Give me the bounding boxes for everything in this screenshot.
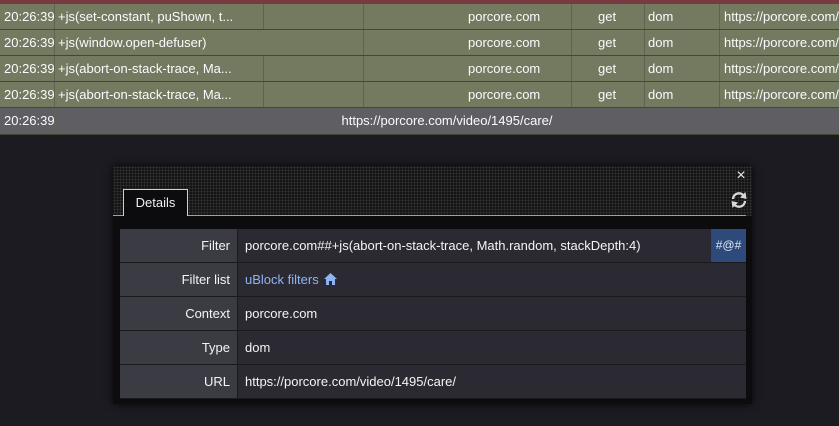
empty-cell <box>264 82 364 107</box>
context-row: Context porcore.com <box>120 297 746 331</box>
time-cell: 20:26:39 <box>0 82 55 107</box>
method-cell: get <box>572 30 645 55</box>
dialog-header <box>113 166 752 216</box>
empty-cell <box>264 30 364 55</box>
url-value: https://porcore.com/video/1495/care/ <box>238 365 746 398</box>
tab-divider <box>113 215 123 216</box>
filter-list-row: Filter list uBlock filters <box>120 263 746 297</box>
domain-cell: porcore.com <box>364 82 572 107</box>
time-cell: 20:26:39 <box>0 30 55 55</box>
filter-cell: +js(window.open-defuser) <box>58 35 207 50</box>
type-cell: dom <box>645 56 720 81</box>
method-cell: get <box>572 4 645 29</box>
type-cell: dom <box>645 82 720 107</box>
filter-row: Filter porcore.com##+js(abort-on-stack-t… <box>120 229 746 263</box>
type-row: Type dom <box>120 331 746 365</box>
details-table: Filter porcore.com##+js(abort-on-stack-t… <box>120 229 746 399</box>
type-cell: dom <box>645 4 720 29</box>
document-url-cell: https://porcore.com/video/1495/care/ <box>341 113 553 128</box>
filter-list-label: Filter list <box>120 263 238 296</box>
table-row[interactable]: 20:26:39 +js(abort-on-stack-trace, Ma...… <box>0 56 839 82</box>
close-icon[interactable]: × <box>734 168 748 184</box>
filter-value: porcore.com##+js(abort-on-stack-trace, M… <box>238 229 711 262</box>
domain-cell: porcore.com <box>364 4 572 29</box>
table-row[interactable]: 20:26:39 +js(abort-on-stack-trace, Ma...… <box>0 82 839 108</box>
type-value: dom <box>238 331 746 364</box>
url-cell: https://porcore.com/video/1495/care/ <box>724 35 839 50</box>
refresh-icon[interactable] <box>729 190 749 210</box>
type-label: Type <box>120 331 238 364</box>
url-label: URL <box>120 365 238 398</box>
empty-cell <box>264 56 364 81</box>
filter-list-link[interactable]: uBlock filters <box>245 272 319 287</box>
empty-cell <box>264 4 364 29</box>
url-cell: https://porcore.com/video/1495/care/ <box>724 87 839 102</box>
url-cell: https://porcore.com/video/1495/care/ <box>724 9 839 24</box>
table-row[interactable]: 20:26:39 +js(set-constant, puShown, t...… <box>0 4 839 30</box>
filter-cell: +js(abort-on-stack-trace, Ma... <box>55 82 264 107</box>
type-cell: dom <box>645 30 720 55</box>
details-dialog: × Details Filter porcore.com##+js(abort-… <box>113 166 752 404</box>
domain-cell: porcore.com <box>364 30 572 55</box>
tab-divider <box>188 215 746 216</box>
exception-toggle-button[interactable]: #@# <box>711 229 746 262</box>
context-label: Context <box>120 297 238 330</box>
method-cell: get <box>572 56 645 81</box>
filter-list-value: uBlock filters <box>238 263 746 296</box>
time-cell: 20:26:39 <box>0 4 55 29</box>
logger-table: 20:26:39 +js(set-constant, puShown, t...… <box>0 4 839 135</box>
home-icon[interactable] <box>323 273 337 285</box>
filter-cell: +js(abort-on-stack-trace, Ma... <box>55 56 264 81</box>
time-cell: 20:26:39 <box>0 108 55 134</box>
domain-cell: porcore.com <box>364 56 572 81</box>
filter-cell: +js(set-constant, puShown, t... <box>55 4 264 29</box>
context-value: porcore.com <box>238 297 746 330</box>
url-cell: https://porcore.com/video/1495/care/ <box>724 61 839 76</box>
url-row: URL https://porcore.com/video/1495/care/ <box>120 365 746 399</box>
filter-label: Filter <box>120 229 238 262</box>
tab-details[interactable]: Details <box>123 189 188 216</box>
document-row[interactable]: 20:26:39 https://porcore.com/video/1495/… <box>0 108 839 135</box>
time-cell: 20:26:39 <box>0 56 55 81</box>
table-row[interactable]: 20:26:39 +js(window.open-defuser) porcor… <box>0 30 839 56</box>
method-cell: get <box>572 82 645 107</box>
